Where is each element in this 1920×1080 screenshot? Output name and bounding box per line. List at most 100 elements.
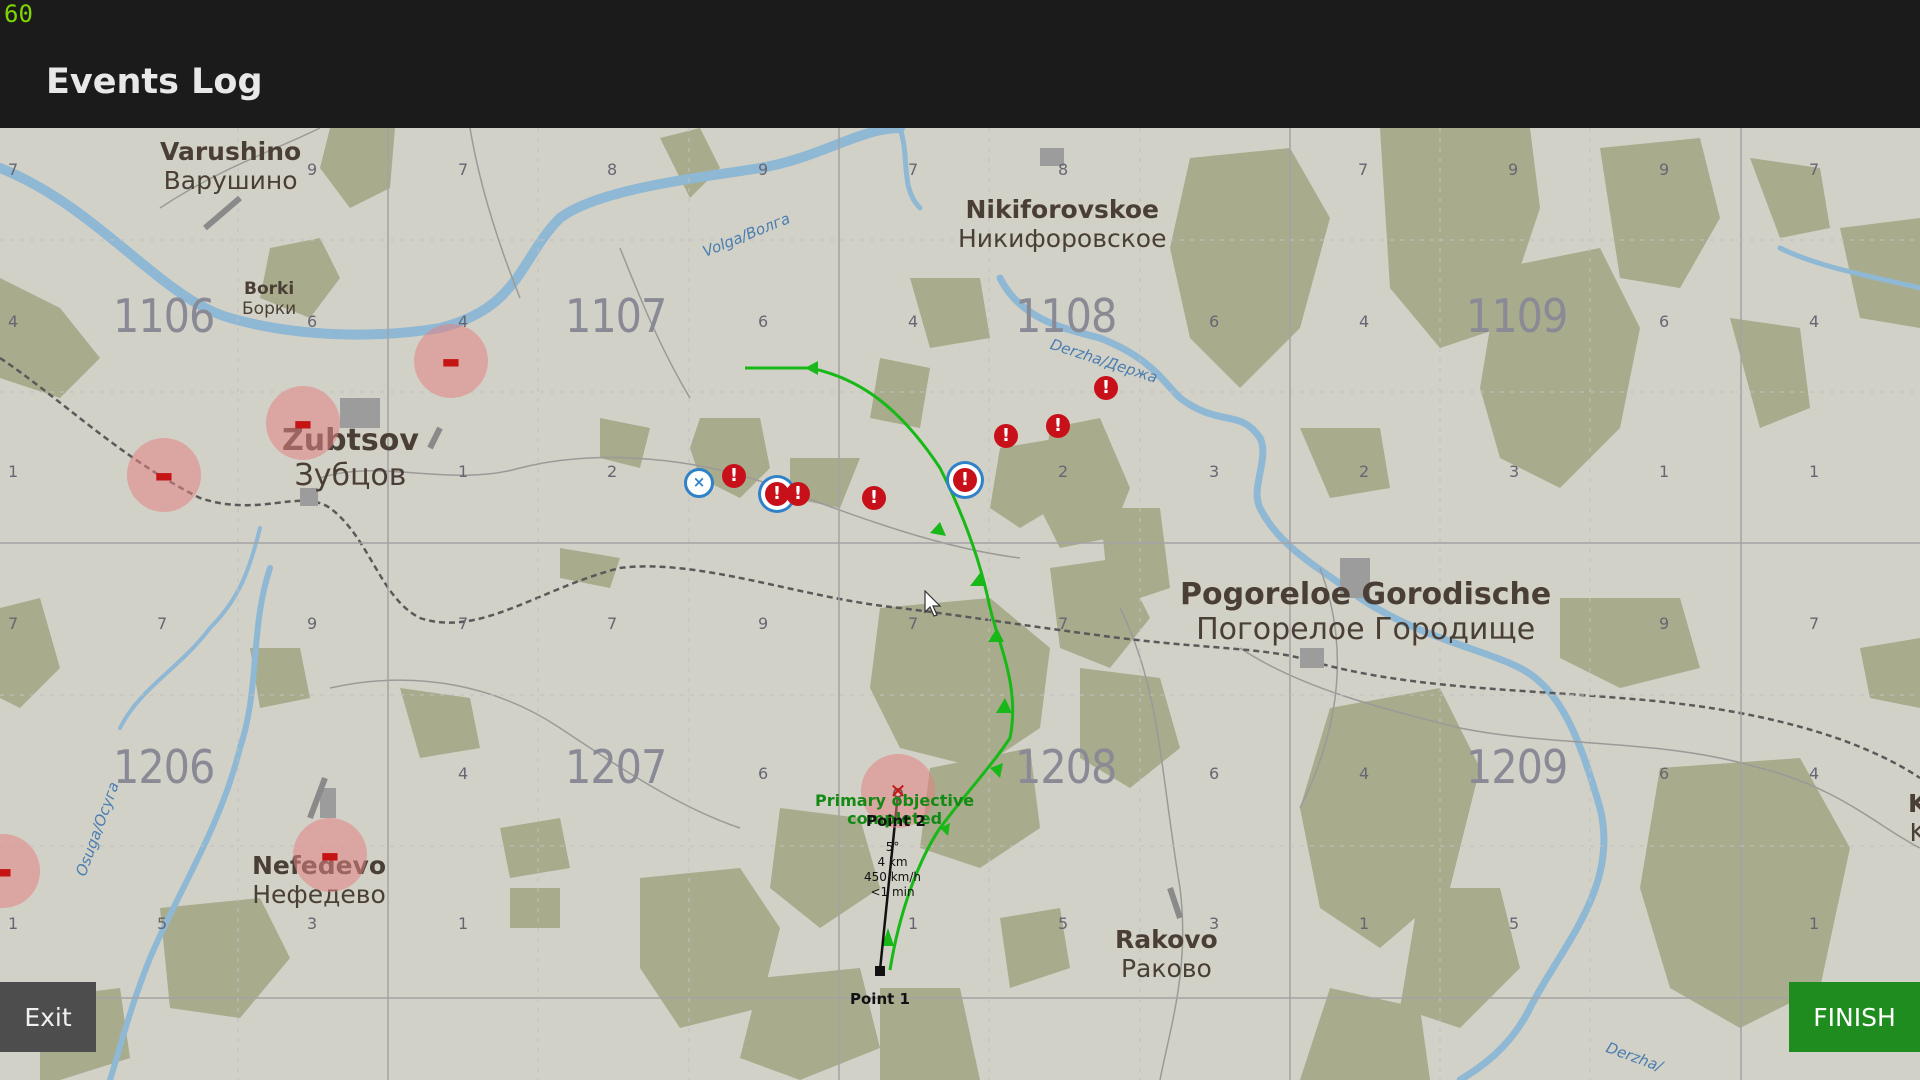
keypad-number: 3 xyxy=(307,914,318,933)
waypoint-point1-label[interactable]: Point 1 xyxy=(850,990,910,1008)
keypad-number: 9 xyxy=(307,160,318,179)
town-varushino: Varushino Варушино xyxy=(160,137,302,196)
map-terrain xyxy=(0,128,1920,1080)
artillery-icon: ▬ xyxy=(0,859,13,883)
keypad-number: 4 xyxy=(1809,312,1820,331)
grid-square-label: 1207 xyxy=(565,740,667,794)
keypad-number: 4 xyxy=(8,312,19,331)
town-name-ru: K xyxy=(1909,817,1920,847)
finish-button[interactable]: FINISH xyxy=(1789,982,1920,1052)
tank-icon: ▬ xyxy=(320,843,340,867)
town-rakovo: Rakovo Раково xyxy=(1115,925,1218,984)
keypad-number: 7 xyxy=(458,614,469,633)
grid-square-label: 1109 xyxy=(1466,289,1568,343)
grid-square-label: 1208 xyxy=(1015,740,1117,794)
town-name-en: Rakovo xyxy=(1115,925,1218,954)
keypad-number: 1 xyxy=(1809,462,1820,481)
town-name-ru: Погорелое Городище xyxy=(1196,611,1536,647)
keypad-number: 7 xyxy=(607,614,618,633)
keypad-number: 7 xyxy=(157,614,168,633)
keypad-number: 7 xyxy=(458,160,469,179)
keypad-number: 6 xyxy=(1209,312,1220,331)
waypoint-point2-label[interactable]: Point 2 xyxy=(866,812,926,830)
keypad-number: 9 xyxy=(758,160,769,179)
keypad-number: 9 xyxy=(1508,160,1519,179)
enemy-zone-tank[interactable]: ▬ xyxy=(293,818,367,892)
keypad-number: 1 xyxy=(1359,914,1370,933)
town-name-en: Varushino xyxy=(160,137,302,166)
keypad-number: 9 xyxy=(307,614,318,633)
alert-marker[interactable]: ! xyxy=(786,482,810,506)
keypad-number: 9 xyxy=(1659,160,1670,179)
grid-square-label: 1209 xyxy=(1466,740,1568,794)
alert-marker[interactable]: ! xyxy=(862,486,886,510)
keypad-number: 4 xyxy=(908,312,919,331)
grid-square-label: 1206 xyxy=(113,740,215,794)
keypad-number: 6 xyxy=(758,312,769,331)
alert-marker[interactable]: ! xyxy=(722,464,746,488)
enemy-zone-truck[interactable]: ▬ xyxy=(414,324,488,398)
alert-marker[interactable]: ! xyxy=(994,424,1018,448)
fps-counter: 60 xyxy=(4,0,33,28)
keypad-number: 7 xyxy=(1809,160,1820,179)
town-name-ru: Борки xyxy=(242,298,297,319)
keypad-number: 7 xyxy=(8,614,19,633)
alert-marker[interactable]: ! xyxy=(1094,376,1118,400)
keypad-number: 2 xyxy=(1359,462,1370,481)
alert-marker[interactable]: ! xyxy=(1046,414,1070,438)
keypad-number: 7 xyxy=(908,614,919,633)
keypad-number: 7 xyxy=(8,160,19,179)
keypad-number: 5 xyxy=(157,914,168,933)
keypad-number: 1 xyxy=(458,462,469,481)
town-offscreen: K K xyxy=(1908,789,1920,848)
enemy-zone-truck[interactable]: ▬ xyxy=(266,386,340,460)
train-icon: ▬ xyxy=(154,463,174,487)
town-name-en: Borki xyxy=(244,279,295,299)
truck-icon: ▬ xyxy=(441,349,461,373)
keypad-number: 3 xyxy=(1509,462,1520,481)
leg-heading: 5° xyxy=(885,840,900,854)
friendly-unit-marker[interactable]: × xyxy=(684,468,714,498)
keypad-number: 3 xyxy=(1209,462,1220,481)
keypad-number: 8 xyxy=(607,160,618,179)
keypad-number: 4 xyxy=(1809,764,1820,783)
town-name-en: K xyxy=(1908,789,1920,818)
keypad-number: 1 xyxy=(1809,914,1820,933)
town-name-en: Nikiforovskoe xyxy=(965,195,1159,224)
keypad-number: 6 xyxy=(307,312,318,331)
map-view[interactable]: 1106 1107 1108 1109 1206 1207 1208 1209 … xyxy=(0,128,1920,1080)
town-name-ru: Зубцов xyxy=(294,457,407,493)
mouse-cursor-icon xyxy=(924,590,942,617)
town-borki: Borki Борки xyxy=(242,279,297,319)
forest-areas xyxy=(0,128,1920,1080)
keypad-number: 1 xyxy=(458,914,469,933)
town-nikiforovskoe: Nikiforovskoe Никифоровское xyxy=(958,195,1167,254)
town-name-ru: Раково xyxy=(1120,953,1212,983)
keypad-number: 7 xyxy=(1058,614,1069,633)
keypad-number: 7 xyxy=(1358,160,1369,179)
keypad-number: 6 xyxy=(1659,764,1670,783)
keypad-number: 7 xyxy=(908,160,919,179)
keypad-number: 5 xyxy=(1058,914,1069,933)
keypad-number: 8 xyxy=(1058,160,1069,179)
keypad-number: 4 xyxy=(1359,764,1370,783)
enemy-zone-train[interactable]: ▬ xyxy=(127,438,201,512)
keypad-number: 5 xyxy=(1509,914,1520,933)
keypad-number: 1 xyxy=(1659,462,1670,481)
town-name-en: Pogoreloe Gorodische xyxy=(1180,577,1552,612)
keypad-number: 1 xyxy=(8,914,19,933)
alert-marker[interactable]: ! xyxy=(953,468,977,492)
exit-button[interactable]: Exit xyxy=(0,982,96,1052)
truck-icon: ▬ xyxy=(293,411,313,435)
keypad-number: 1 xyxy=(8,462,19,481)
keypad-number: 9 xyxy=(758,614,769,633)
keypad-number: 6 xyxy=(758,764,769,783)
grid-square-label: 1108 xyxy=(1015,289,1117,343)
leg-time: <1 min xyxy=(870,885,915,899)
grid-square-label: 1106 xyxy=(113,289,215,343)
keypad-number: 6 xyxy=(1659,312,1670,331)
leg-info: 5° 4 km 450 km/h <1 min xyxy=(864,840,921,900)
town-name-ru: Никифоровское xyxy=(958,223,1167,253)
keypad-number: 4 xyxy=(458,764,469,783)
objective-line: Primary objective xyxy=(815,791,975,810)
